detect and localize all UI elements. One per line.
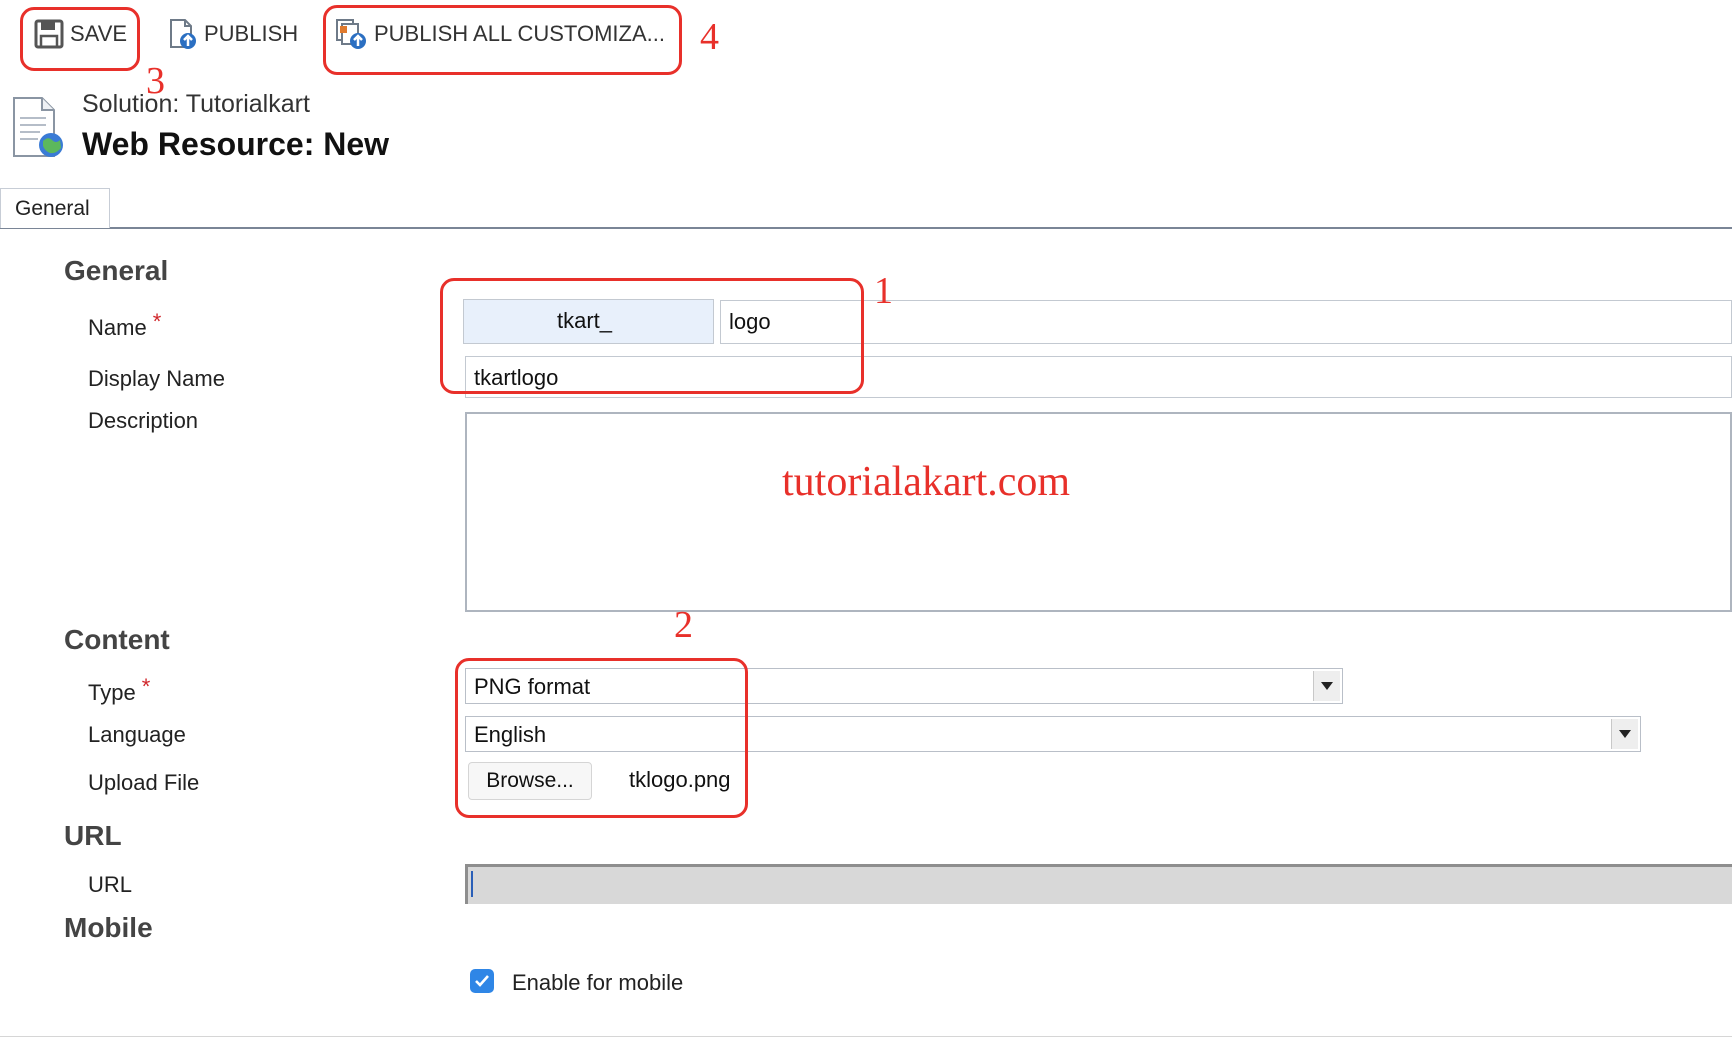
enable-mobile-checkbox[interactable] bbox=[470, 969, 494, 993]
annotation-box-content-fields bbox=[455, 658, 748, 818]
publish-label: PUBLISH bbox=[204, 21, 299, 46]
type-label: Type * bbox=[88, 674, 150, 706]
enable-mobile-label: Enable for mobile bbox=[512, 970, 684, 995]
page-title: Web Resource: New bbox=[82, 126, 390, 162]
display-name-label: Display Name bbox=[88, 366, 225, 391]
annotation-box-save bbox=[20, 7, 140, 71]
section-content-title: Content bbox=[64, 624, 170, 655]
annotation-number-1: 1 bbox=[874, 270, 893, 312]
web-resource-page-icon bbox=[13, 97, 63, 157]
chevron-down-icon[interactable] bbox=[1313, 671, 1340, 701]
annotation-number-2: 2 bbox=[674, 604, 693, 646]
upload-file-label: Upload File bbox=[88, 770, 200, 795]
annotation-box-publish-all bbox=[323, 5, 682, 75]
watermark-text: tutorialakart.com bbox=[782, 459, 1071, 505]
description-field[interactable] bbox=[465, 412, 1732, 612]
required-marker: * bbox=[152, 309, 162, 334]
required-marker: * bbox=[141, 674, 151, 699]
tab-divider bbox=[0, 227, 1732, 229]
text-cursor bbox=[471, 871, 473, 897]
section-url-title: URL bbox=[64, 820, 122, 851]
name-field[interactable]: logo bbox=[720, 300, 1732, 344]
name-label: Name * bbox=[88, 309, 161, 341]
section-mobile-title: Mobile bbox=[64, 912, 153, 943]
type-label-text: Type bbox=[88, 680, 136, 705]
publish-button[interactable]: PUBLISH bbox=[166, 12, 298, 56]
chevron-down-icon[interactable] bbox=[1611, 719, 1638, 749]
annotation-number-3: 3 bbox=[146, 60, 165, 102]
name-label-text: Name bbox=[88, 315, 147, 340]
section-general-title: General bbox=[64, 255, 169, 286]
description-label: Description bbox=[88, 408, 199, 433]
url-label: URL bbox=[88, 872, 133, 897]
tab-general[interactable]: General bbox=[0, 188, 110, 228]
footer-divider bbox=[0, 1036, 1732, 1037]
annotation-box-name-fields bbox=[440, 278, 864, 394]
annotation-number-4: 4 bbox=[700, 16, 719, 58]
url-field[interactable] bbox=[465, 864, 1732, 904]
language-label: Language bbox=[88, 722, 186, 747]
solution-name: Solution: Tutorialkart bbox=[82, 90, 310, 118]
checkmark-icon bbox=[475, 975, 489, 987]
publish-document-icon bbox=[170, 19, 196, 49]
